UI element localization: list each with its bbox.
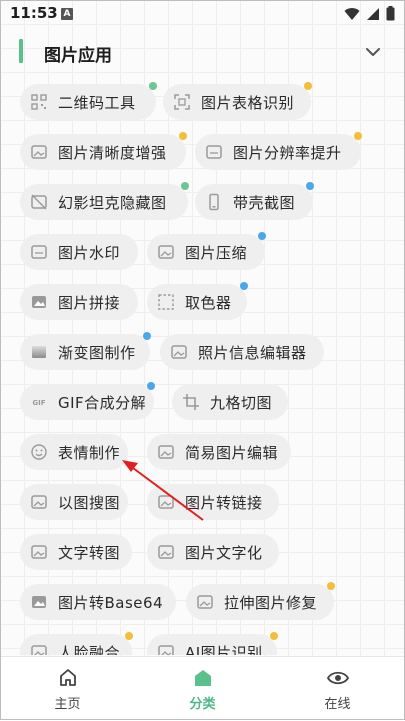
tool-chip[interactable]: 以图搜图 — [20, 484, 128, 520]
gradient-icon — [30, 343, 48, 361]
base64-icon — [30, 593, 48, 611]
new-badge-dot — [304, 82, 312, 90]
qr-code-icon — [30, 93, 48, 111]
tool-chip-label: 图片转Base64 — [58, 593, 164, 612]
face-merge-icon — [30, 643, 48, 655]
hidden-image-icon — [30, 193, 48, 211]
watermark-icon — [30, 243, 48, 261]
ai-recognize-icon — [157, 643, 175, 655]
tool-chip-label: 图片转链接 — [185, 493, 263, 512]
photo-info-icon — [170, 343, 188, 361]
stretch-fix-icon — [196, 593, 214, 611]
image-search-icon — [30, 493, 48, 511]
gif-icon: GIF — [30, 393, 48, 411]
bottom-nav: 主页 分类 在线 — [0, 656, 405, 721]
tool-chip[interactable]: 图片清晰度增强 — [20, 132, 187, 170]
tool-chip-label: 以图搜图 — [58, 493, 121, 512]
tool-chip-label: 图片水印 — [58, 243, 121, 262]
tool-chip-label: 图片表格识别 — [201, 93, 295, 112]
image-stitch-icon — [30, 293, 48, 311]
tool-chip[interactable]: AI图片识别 — [147, 632, 278, 656]
nav-label-online: 在线 — [324, 697, 351, 712]
tool-chip[interactable]: 表情制作 — [20, 434, 128, 470]
tool-chip-label: 拉伸图片修复 — [224, 593, 318, 612]
color-picker-icon — [157, 293, 175, 311]
tool-chip-label: 图片文字化 — [185, 543, 263, 562]
tool-chip[interactable]: 简易图片编辑 — [147, 434, 291, 470]
tool-chip-label: 照片信息编辑器 — [198, 343, 307, 362]
new-badge-dot — [181, 182, 189, 190]
new-badge-dot — [143, 332, 151, 340]
home-icon — [59, 669, 76, 686]
resolution-icon — [205, 143, 223, 161]
emoji-icon — [30, 443, 48, 461]
new-badge-dot — [149, 82, 157, 90]
nav-item-online[interactable]: 在线 — [270, 657, 405, 721]
tool-chip-label: AI图片识别 — [185, 643, 263, 656]
tool-chip[interactable]: 图片压缩 — [147, 232, 266, 270]
tool-chip[interactable]: 图片转链接 — [147, 484, 279, 520]
tool-chip[interactable]: 渐变图制作 — [20, 332, 151, 370]
image-to-text-icon — [157, 543, 175, 561]
text-to-image-icon — [30, 543, 48, 561]
tool-chip[interactable]: 取色器 — [147, 282, 248, 320]
tool-chip[interactable]: GIF GIF合成分解 — [20, 382, 155, 420]
image-enhance-icon — [30, 143, 48, 161]
tool-chip[interactable]: 图片水印 — [20, 234, 138, 270]
new-badge-dot — [125, 632, 133, 640]
tool-chip[interactable]: 文字转图 — [20, 534, 132, 570]
new-badge-dot — [147, 382, 155, 390]
image-edit-icon — [157, 443, 175, 461]
tool-chip[interactable]: 拉伸图片修复 — [186, 582, 335, 620]
tool-chip[interactable]: 图片拼接 — [20, 284, 138, 320]
tool-chip[interactable]: 二维码工具 — [20, 82, 157, 120]
tool-chip[interactable]: 照片信息编辑器 — [160, 334, 324, 370]
new-badge-dot — [354, 132, 362, 140]
tool-chip-label: 幻影坦克隐藏图 — [58, 193, 167, 212]
tool-chip[interactable]: 人脸融合 — [20, 632, 133, 656]
nav-item-home[interactable]: 主页 — [0, 657, 135, 721]
tool-chip-label: 人脸融合 — [58, 643, 121, 656]
tool-chip[interactable]: 幻影坦克隐藏图 — [20, 182, 189, 220]
tool-chip-label: 表情制作 — [58, 443, 121, 462]
tool-chip-list: 二维码工具 图片表格识别图片清晰度增强 图片分辨率提升幻影坦克隐藏图 带壳截图图片水印… — [0, 0, 405, 655]
tool-chip-label: 文字转图 — [58, 543, 121, 562]
eye-icon — [326, 671, 349, 685]
tool-chip-label: 图片压缩 — [185, 243, 248, 262]
new-badge-dot — [270, 632, 278, 640]
new-badge-dot — [179, 132, 187, 140]
tool-chip-label: 九格切图 — [210, 393, 273, 412]
crop-grid-icon — [182, 393, 200, 411]
compress-icon — [157, 243, 175, 261]
svg-text:GIF: GIF — [32, 399, 45, 407]
tool-chip-label: 取色器 — [185, 293, 232, 312]
tool-chip-label: 简易图片编辑 — [185, 443, 279, 462]
category-icon — [194, 670, 211, 686]
table-scan-icon — [173, 93, 191, 111]
tool-chip[interactable]: 带壳截图 — [195, 182, 314, 220]
tool-chip-label: 图片分辨率提升 — [233, 143, 342, 162]
tool-chip[interactable]: 图片转Base64 — [20, 584, 176, 620]
tool-chip[interactable]: 图片分辨率提升 — [195, 132, 362, 170]
phone-frame-icon — [205, 193, 223, 211]
nav-label-home: 主页 — [54, 697, 81, 712]
tool-chip-label: 图片清晰度增强 — [58, 143, 167, 162]
new-badge-dot — [258, 232, 266, 240]
new-badge-dot — [327, 582, 335, 590]
new-badge-dot — [240, 282, 248, 290]
nav-item-category[interactable]: 分类 — [135, 657, 270, 721]
tool-chip-label: 带壳截图 — [233, 193, 296, 212]
tool-chip[interactable]: 图片表格识别 — [163, 82, 312, 120]
tool-chip-label: 图片拼接 — [58, 293, 121, 312]
new-badge-dot — [306, 182, 314, 190]
tool-chip-label: 渐变图制作 — [58, 343, 136, 362]
tool-chip[interactable]: 九格切图 — [172, 384, 288, 420]
nav-label-category: 分类 — [189, 697, 216, 712]
image-link-icon — [157, 493, 175, 511]
tool-chip-label: GIF合成分解 — [58, 393, 147, 412]
tool-chip[interactable]: 图片文字化 — [147, 534, 279, 570]
tool-chip-label: 二维码工具 — [58, 93, 136, 112]
